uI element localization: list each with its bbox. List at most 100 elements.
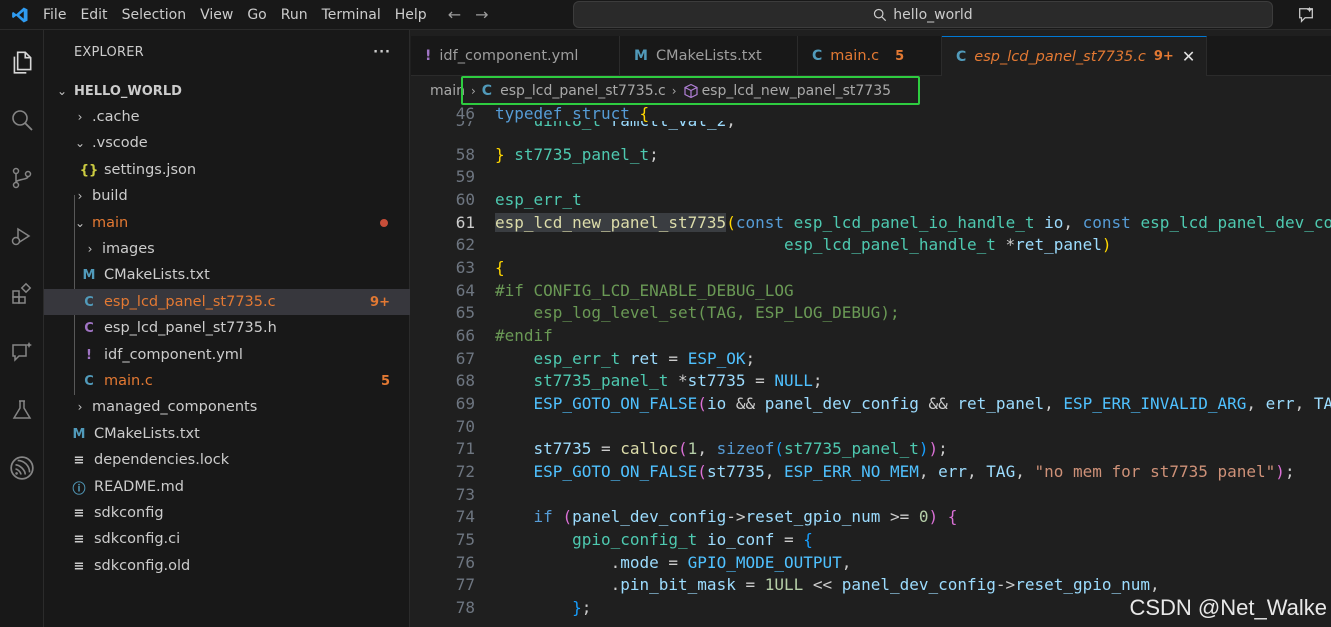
tree-file-readme[interactable]: ⓘ README.md — [44, 474, 410, 500]
close-icon[interactable]: ✕ — [1182, 47, 1195, 66]
tree-folder-vscode[interactable]: ⌄ .vscode — [44, 130, 410, 156]
tab-label: idf_component.yml — [439, 48, 579, 64]
command-center-search[interactable]: hello_world — [573, 1, 1273, 28]
yaml-file-icon: ! — [86, 347, 92, 363]
menu-go[interactable]: Go — [240, 0, 273, 30]
tree-label: CMakeLists.txt — [94, 426, 200, 442]
tree-folder-main[interactable]: ⌄ main — [44, 210, 410, 236]
line-number: 59 — [455, 167, 475, 186]
problem-count-badge: 5 — [380, 373, 390, 389]
copilot-chat-icon[interactable] — [1295, 4, 1317, 26]
code-line: 73 — [411, 484, 495, 507]
explorer-title: EXPLORER — [74, 44, 144, 60]
info-file-icon: ⓘ — [72, 481, 86, 497]
line-number: 70 — [455, 417, 475, 436]
tab-cmakelists[interactable]: M CMakeLists.txt — [620, 36, 798, 76]
code-line: 62 esp_lcd_panel_handle_t *ret_panel) — [411, 234, 1112, 257]
back-arrow-icon[interactable]: ← — [448, 5, 461, 24]
tree-file-sdkconfig-ci[interactable]: ≡ sdkconfig.ci — [44, 526, 410, 552]
code-line: 57 uint8_t ramctl_val_2; — [411, 121, 736, 132]
code-line: 67 esp_err_t ret = ESP_OK; — [411, 348, 755, 371]
line-number: 73 — [455, 485, 475, 504]
run-debug-icon[interactable] — [0, 214, 44, 258]
header-file-icon: C — [84, 320, 94, 336]
json-file-icon: {} — [79, 162, 99, 178]
forward-arrow-icon[interactable]: → — [475, 5, 488, 24]
menu-terminal[interactable]: Terminal — [315, 0, 388, 30]
line-number: 62 — [455, 235, 475, 254]
tree-file-sdkconfig-old[interactable]: ≡ sdkconfig.old — [44, 553, 410, 579]
menu-file[interactable]: File — [36, 0, 73, 30]
tree-folder-managed-components[interactable]: › managed_components — [44, 394, 410, 420]
tree-folder-build[interactable]: › build — [44, 183, 410, 209]
espressif-idf-icon[interactable] — [0, 446, 44, 490]
menu-help[interactable]: Help — [388, 0, 434, 30]
tree-label: CMakeLists.txt — [104, 267, 210, 283]
lines-file-icon: ≡ — [73, 452, 85, 468]
tree-file-root-cmakelists[interactable]: M CMakeLists.txt — [44, 421, 410, 447]
title-bar: File Edit Selection View Go Run Terminal… — [0, 0, 1331, 30]
c-file-icon: C — [956, 48, 967, 65]
code-line: 71 st7735 = calloc(1, sizeof(st7735_pane… — [411, 438, 948, 461]
code-line: 72 ESP_GOTO_ON_FALSE(st7735, ESP_ERR_NO_… — [411, 461, 1295, 484]
problem-count-badge: 9+ — [370, 294, 390, 310]
tree-file-main-c[interactable]: C main.c 5 — [44, 368, 410, 394]
lines-file-icon: ≡ — [73, 558, 85, 574]
testing-flask-icon[interactable] — [0, 388, 44, 432]
explorer-sidebar: EXPLORER ··· ⌄ HELLO_WORLD › .cache ⌄ .v… — [44, 30, 410, 627]
tree-label: settings.json — [104, 162, 197, 178]
nav-arrows: ← → — [448, 5, 489, 24]
lines-file-icon: ≡ — [73, 505, 85, 521]
line-number: 61 — [455, 213, 475, 232]
tree-file-main-cmakelists[interactable]: M CMakeLists.txt — [44, 262, 410, 288]
more-actions-icon[interactable]: ··· — [373, 45, 391, 60]
menu-view[interactable]: View — [193, 0, 240, 30]
cmake-file-icon: M — [82, 267, 96, 283]
search-icon[interactable] — [0, 98, 44, 142]
code-line: 66 #endif — [411, 325, 553, 348]
tree-file-st7735-c[interactable]: C esp_lcd_panel_st7735.c 9+ — [44, 289, 410, 315]
code-line: 59 — [411, 166, 495, 189]
explorer-header: EXPLORER ··· — [44, 30, 409, 74]
tree-folder-images[interactable]: › images — [44, 236, 410, 262]
tree-file-idf-component-yml[interactable]: ! idf_component.yml — [44, 342, 410, 368]
tree-file-settings-json[interactable]: {} settings.json — [44, 157, 410, 183]
breadcrumb-folder[interactable]: main — [430, 83, 465, 99]
line-number: 64 — [455, 281, 475, 300]
menu-edit[interactable]: Edit — [73, 0, 114, 30]
tree-folder-cache[interactable]: › .cache — [44, 104, 410, 130]
tree-label: .cache — [92, 109, 140, 125]
chevron-down-icon: ⌄ — [74, 136, 86, 150]
line-number: 72 — [455, 462, 475, 481]
tree-label: dependencies.lock — [94, 452, 230, 468]
tree-label: build — [92, 188, 128, 204]
tab-st7735-c[interactable]: C esp_lcd_panel_st7735.c 9+ ✕ — [942, 36, 1207, 76]
editor-tabs: ! idf_component.yml M CMakeLists.txt C m… — [411, 36, 1331, 76]
menu-run[interactable]: Run — [274, 0, 315, 30]
tab-label: esp_lcd_panel_st7735.c — [974, 48, 1146, 65]
code-line: 75 gpio_config_t io_conf = { — [411, 529, 813, 552]
tree-label: main.c — [104, 373, 153, 389]
tab-idf-component-yml[interactable]: ! idf_component.yml — [411, 36, 620, 76]
tree-file-dependencies-lock[interactable]: ≡ dependencies.lock — [44, 447, 410, 473]
source-control-icon[interactable] — [0, 156, 44, 200]
line-number: 69 — [455, 394, 475, 413]
code-editor[interactable]: 46typedef struct { 57 uint8_t ramctl_val… — [411, 106, 1331, 627]
tree-label: managed_components — [92, 399, 258, 415]
problem-count-badge: 5 — [895, 48, 905, 64]
activity-bar — [0, 30, 44, 627]
c-file-icon: C — [84, 294, 94, 310]
code-line: 78 }; — [411, 597, 592, 620]
extensions-icon[interactable] — [0, 272, 44, 316]
tree-file-st7735-h[interactable]: C esp_lcd_panel_st7735.h — [44, 315, 410, 341]
line-number: 66 — [455, 326, 475, 345]
breadcrumb-highlight-box — [461, 76, 920, 105]
tree-file-sdkconfig[interactable]: ≡ sdkconfig — [44, 500, 410, 526]
menu-selection[interactable]: Selection — [115, 0, 194, 30]
chat-sparkle-icon[interactable] — [0, 330, 44, 374]
tab-main-c[interactable]: C main.c 5 — [798, 36, 942, 76]
tree-root-folder[interactable]: ⌄ HELLO_WORLD — [44, 78, 410, 104]
problem-count-badge: 9+ — [1153, 49, 1174, 64]
explorer-files-icon[interactable] — [0, 40, 44, 84]
code-line: 74 if (panel_dev_config->reset_gpio_num … — [411, 506, 958, 529]
